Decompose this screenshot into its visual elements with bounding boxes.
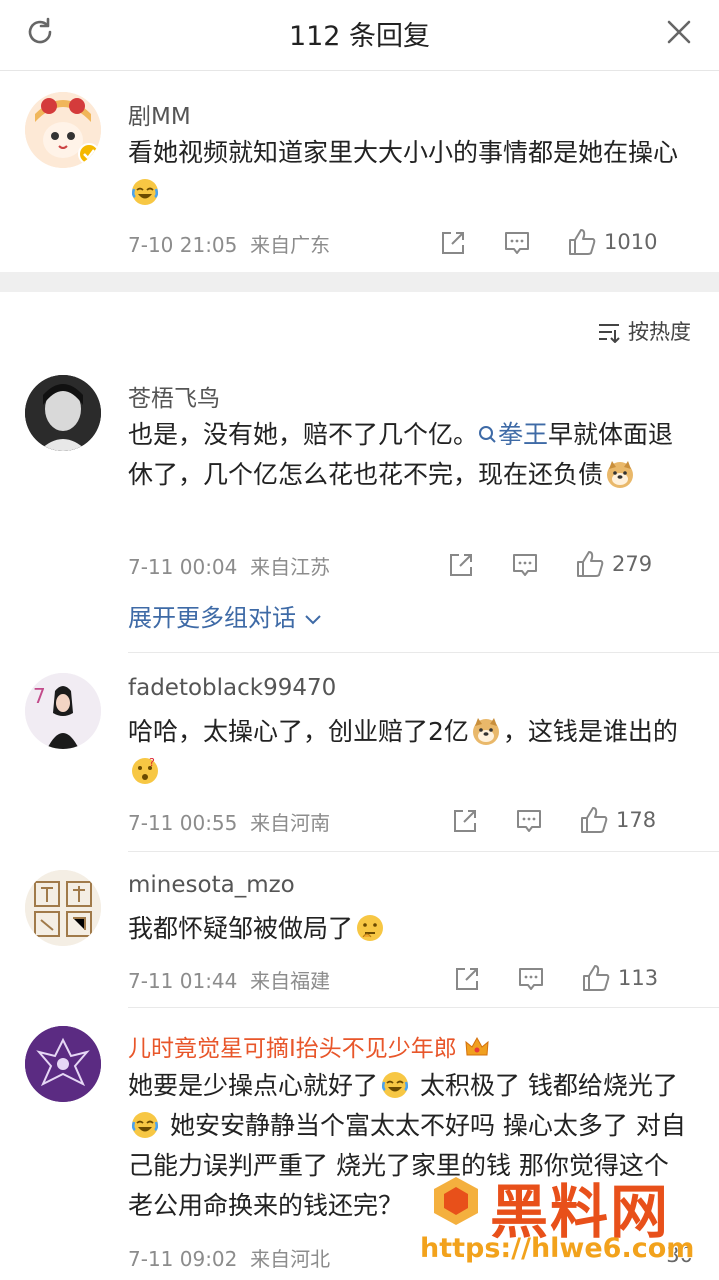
chevron-down-icon <box>304 615 321 625</box>
comment-icon[interactable] <box>503 229 531 257</box>
username[interactable]: 剧MM <box>128 97 191 131</box>
watermark: 黑料网 https://hlwe6.com <box>420 1165 719 1280</box>
doge-emoji <box>472 718 499 745</box>
comment-actions: 113 <box>399 959 719 999</box>
watermark-logo-icon <box>434 1177 478 1225</box>
divider <box>128 652 719 653</box>
like-icon[interactable] <box>567 227 597 257</box>
thinking-emoji <box>357 915 384 941</box>
comment-text: 哈哈，太操心了，创业赔了2亿 ，这钱是谁出的? <box>128 712 688 792</box>
laugh-cry-emoji <box>131 179 159 205</box>
doge-emoji <box>607 461 634 488</box>
comment-icon[interactable] <box>517 965 545 993</box>
avatar[interactable] <box>25 870 101 946</box>
comment-actions: 178 <box>399 801 719 841</box>
like-count: 113 <box>618 966 659 990</box>
like-count: 279 <box>612 552 653 576</box>
comment-icon[interactable] <box>511 551 539 579</box>
username[interactable]: minesota_mzo <box>128 872 295 898</box>
svg-text:7: 7 <box>33 684 46 708</box>
avatar[interactable]: 7 <box>25 673 101 749</box>
crown-icon <box>465 1036 489 1056</box>
top-bar: 112 条回复 <box>0 0 719 71</box>
username[interactable]: 儿时竟觉星可摘I抬头不见少年郎 <box>128 1029 490 1063</box>
laugh-cry-emoji <box>381 1072 409 1098</box>
sort-icon <box>599 324 621 344</box>
watermark-url: https://hlwe6.com <box>420 1233 695 1264</box>
comment-text: 我都怀疑邹被做局了 <box>128 909 688 949</box>
avatar[interactable] <box>25 1026 101 1102</box>
username[interactable]: 苍梧飞鸟 <box>128 379 220 413</box>
divider <box>128 851 719 852</box>
avatar[interactable] <box>25 375 101 451</box>
like-icon[interactable] <box>575 549 605 579</box>
wonder-emoji: ? <box>132 756 158 784</box>
svg-text:?: ? <box>149 756 155 769</box>
like-count: 178 <box>616 808 657 832</box>
comment-text: 看她视频就知道家里大大小小的事情都是她在操心 <box>128 133 688 213</box>
comment-icon[interactable] <box>515 807 543 835</box>
like-count: 1010 <box>604 230 658 254</box>
share-icon[interactable] <box>453 965 481 993</box>
comment-meta: 7-11 00:55 来自河南 <box>128 811 331 835</box>
comment-meta: 7-11 01:44 来自福建 <box>128 969 331 993</box>
mention-link[interactable]: 拳王 <box>478 420 548 449</box>
sort-button[interactable]: 按热度 <box>597 316 691 346</box>
comment-actions: 1010 <box>399 223 719 263</box>
comment-text: 也是，没有她，赔不了几个亿。 拳王早就体面退休了，几个亿怎么花也花不完，现在还负债 <box>128 420 674 489</box>
search-icon <box>479 426 496 443</box>
divider <box>128 1007 719 1008</box>
share-icon[interactable] <box>451 807 479 835</box>
section-divider <box>0 272 719 292</box>
close-icon[interactable] <box>663 16 695 48</box>
expand-conversation-link[interactable]: 展开更多组对话 <box>128 598 322 633</box>
username[interactable]: fadetoblack99470 <box>128 675 336 701</box>
comment-meta: 7-11 00:04 来自江苏 <box>128 555 331 579</box>
laugh-cry-emoji <box>131 1112 159 1138</box>
page-title: 112 条回复 <box>288 21 431 52</box>
comment-actions: 279 <box>399 545 719 585</box>
like-icon[interactable] <box>581 963 611 993</box>
comment-meta: 7-11 09:02 来自河北 <box>128 1247 331 1271</box>
like-icon[interactable] <box>579 805 609 835</box>
avatar[interactable] <box>25 92 101 168</box>
comment-meta: 7-10 21:05 来自广东 <box>128 233 331 257</box>
share-icon[interactable] <box>447 551 475 579</box>
share-icon[interactable] <box>439 229 467 257</box>
